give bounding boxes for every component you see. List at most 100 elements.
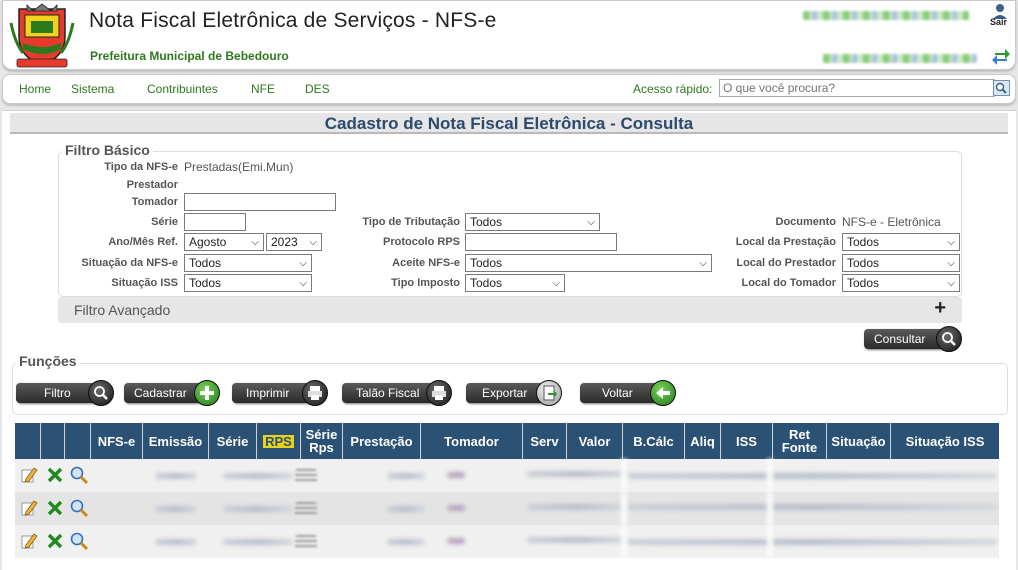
delete-x-icon[interactable] bbox=[45, 531, 65, 551]
situacao-nfse-select[interactable]: Todos ⌵ bbox=[184, 254, 312, 272]
blurred-cell bbox=[295, 469, 317, 483]
filtro-button[interactable]: Filtro bbox=[16, 380, 114, 406]
col-serie-rps[interactable]: Série Rps bbox=[301, 423, 343, 459]
table-row bbox=[15, 459, 999, 492]
protocolo-rps-input[interactable] bbox=[465, 233, 617, 251]
search-icon bbox=[936, 326, 962, 352]
col-tomador[interactable]: Tomador bbox=[421, 423, 523, 459]
blurred-cell bbox=[767, 492, 773, 525]
view-magnifier-icon[interactable] bbox=[69, 531, 89, 551]
organization-name: Prefeitura Municipal de Bebedouro bbox=[90, 49, 289, 63]
expand-plus-icon[interactable]: + bbox=[934, 297, 946, 320]
filtro-label: Filtro bbox=[44, 386, 71, 400]
blurred-cell bbox=[387, 473, 425, 479]
col-valor[interactable]: Valor bbox=[567, 423, 623, 459]
quick-search-icon[interactable] bbox=[993, 80, 1010, 96]
chevron-down-icon: ⌵ bbox=[552, 278, 560, 289]
blurred-cell bbox=[527, 504, 627, 510]
col-situacao-iss[interactable]: Situação ISS bbox=[891, 423, 999, 459]
delete-x-icon[interactable] bbox=[45, 465, 65, 485]
tipo-imposto-value: Todos bbox=[470, 276, 503, 290]
col-edit bbox=[15, 423, 41, 459]
tipo-tributacao-select[interactable]: Todos ⌵ bbox=[465, 213, 600, 231]
tomador-input[interactable] bbox=[184, 193, 336, 211]
menu-contribuintes[interactable]: Contribuintes bbox=[147, 82, 218, 96]
cadastrar-label: Cadastrar bbox=[134, 386, 187, 400]
edit-pencil-icon[interactable] bbox=[19, 531, 39, 551]
menu-nfe[interactable]: NFE bbox=[251, 82, 275, 96]
serie-input[interactable] bbox=[184, 213, 246, 231]
export-document-icon bbox=[536, 380, 562, 406]
edit-pencil-icon[interactable] bbox=[19, 465, 39, 485]
ano-select[interactable]: 2023 ⌵ bbox=[266, 233, 322, 251]
menu-des[interactable]: DES bbox=[305, 82, 330, 96]
view-magnifier-icon[interactable] bbox=[69, 465, 89, 485]
talao-fiscal-button[interactable]: Talão Fiscal bbox=[342, 380, 452, 406]
edit-pencil-icon[interactable] bbox=[19, 498, 39, 518]
blurred-cell bbox=[223, 539, 293, 545]
local-tomador-select[interactable]: Todos ⌵ bbox=[842, 274, 960, 292]
col-delete bbox=[41, 423, 65, 459]
col-situacao[interactable]: Situação bbox=[827, 423, 891, 459]
menu-home[interactable]: Home bbox=[19, 82, 51, 96]
ano-select-value: 2023 bbox=[271, 235, 298, 249]
refresh-icon[interactable] bbox=[991, 45, 1011, 65]
view-magnifier-icon[interactable] bbox=[69, 498, 89, 518]
chevron-down-icon: ⌵ bbox=[309, 237, 317, 248]
blurred-cell bbox=[621, 459, 627, 492]
table-row bbox=[15, 492, 999, 525]
col-rps[interactable]: RPS bbox=[257, 423, 301, 459]
tipo-tributacao-value: Todos bbox=[470, 215, 503, 229]
situacao-iss-value: Todos bbox=[189, 276, 222, 290]
tomador-label: Tomador bbox=[131, 196, 178, 208]
exportar-label: Exportar bbox=[482, 386, 528, 400]
aceite-nfse-label: Aceite NFS-e bbox=[392, 257, 460, 269]
col-serv[interactable]: Serv bbox=[523, 423, 567, 459]
app-title: Nota Fiscal Eletrônica de Serviços - NFS… bbox=[89, 9, 497, 32]
col-serie[interactable]: Série bbox=[209, 423, 257, 459]
col-nfse[interactable]: NFS-e bbox=[91, 423, 143, 459]
imprimir-button[interactable]: Imprimir bbox=[232, 380, 328, 406]
blurred-cell bbox=[155, 506, 197, 512]
serie-label: Série bbox=[151, 216, 178, 228]
col-ret-fonte[interactable]: Ret Fonte bbox=[773, 423, 827, 459]
chevron-down-icon: ⌵ bbox=[947, 278, 955, 289]
advanced-filter-toggle[interactable]: Filtro Avançado + bbox=[58, 297, 962, 323]
quick-access-label: Acesso rápido: bbox=[633, 82, 713, 96]
city-crest-icon bbox=[9, 3, 75, 68]
blurred-cell bbox=[527, 537, 627, 543]
advanced-filter-label: Filtro Avançado bbox=[74, 302, 171, 318]
situacao-iss-select[interactable]: Todos ⌵ bbox=[184, 274, 312, 292]
delete-x-icon[interactable] bbox=[45, 498, 65, 518]
col-emissao[interactable]: Emissão bbox=[143, 423, 209, 459]
local-prestador-select[interactable]: Todos ⌵ bbox=[842, 254, 960, 272]
basic-filter-legend: Filtro Básico bbox=[62, 142, 153, 158]
local-prestacao-value: Todos bbox=[847, 235, 880, 249]
col-prestacao[interactable]: Prestação bbox=[343, 423, 421, 459]
exportar-button[interactable]: Exportar bbox=[466, 380, 562, 406]
cadastrar-button[interactable]: Cadastrar bbox=[124, 380, 220, 406]
menu-sistema[interactable]: Sistema bbox=[71, 82, 114, 96]
blurred-cell bbox=[295, 502, 317, 516]
logout-label[interactable]: Sair bbox=[990, 17, 1007, 27]
blurred-cell bbox=[387, 539, 425, 545]
aceite-nfse-value: Todos bbox=[470, 256, 503, 270]
col-bcalc[interactable]: B.Cálc bbox=[623, 423, 685, 459]
col-aliq[interactable]: Aliq bbox=[685, 423, 721, 459]
blurred-cell bbox=[155, 473, 197, 479]
back-arrow-icon bbox=[650, 380, 676, 406]
quick-access-input[interactable] bbox=[719, 79, 995, 97]
consultar-button[interactable]: Consultar bbox=[864, 326, 962, 352]
app-header: Nota Fiscal Eletrônica de Serviços - NFS… bbox=[2, 0, 1016, 70]
tipo-tributacao-label: Tipo de Tributação bbox=[362, 216, 460, 228]
talao-fiscal-label: Talão Fiscal bbox=[356, 386, 420, 400]
tipo-imposto-label: Tipo Imposto bbox=[391, 277, 460, 289]
mes-select[interactable]: Agosto ⌵ bbox=[184, 233, 264, 251]
col-iss[interactable]: ISS bbox=[721, 423, 773, 459]
local-prestacao-select[interactable]: Todos ⌵ bbox=[842, 233, 960, 251]
chevron-down-icon: ⌵ bbox=[299, 258, 307, 269]
voltar-button[interactable]: Voltar bbox=[580, 380, 676, 406]
tipo-imposto-select[interactable]: Todos ⌵ bbox=[465, 274, 565, 292]
aceite-nfse-select[interactable]: Todos ⌵ bbox=[465, 254, 712, 272]
main-menu: Home Sistema Contribuintes NFE DES Acess… bbox=[2, 74, 1016, 104]
